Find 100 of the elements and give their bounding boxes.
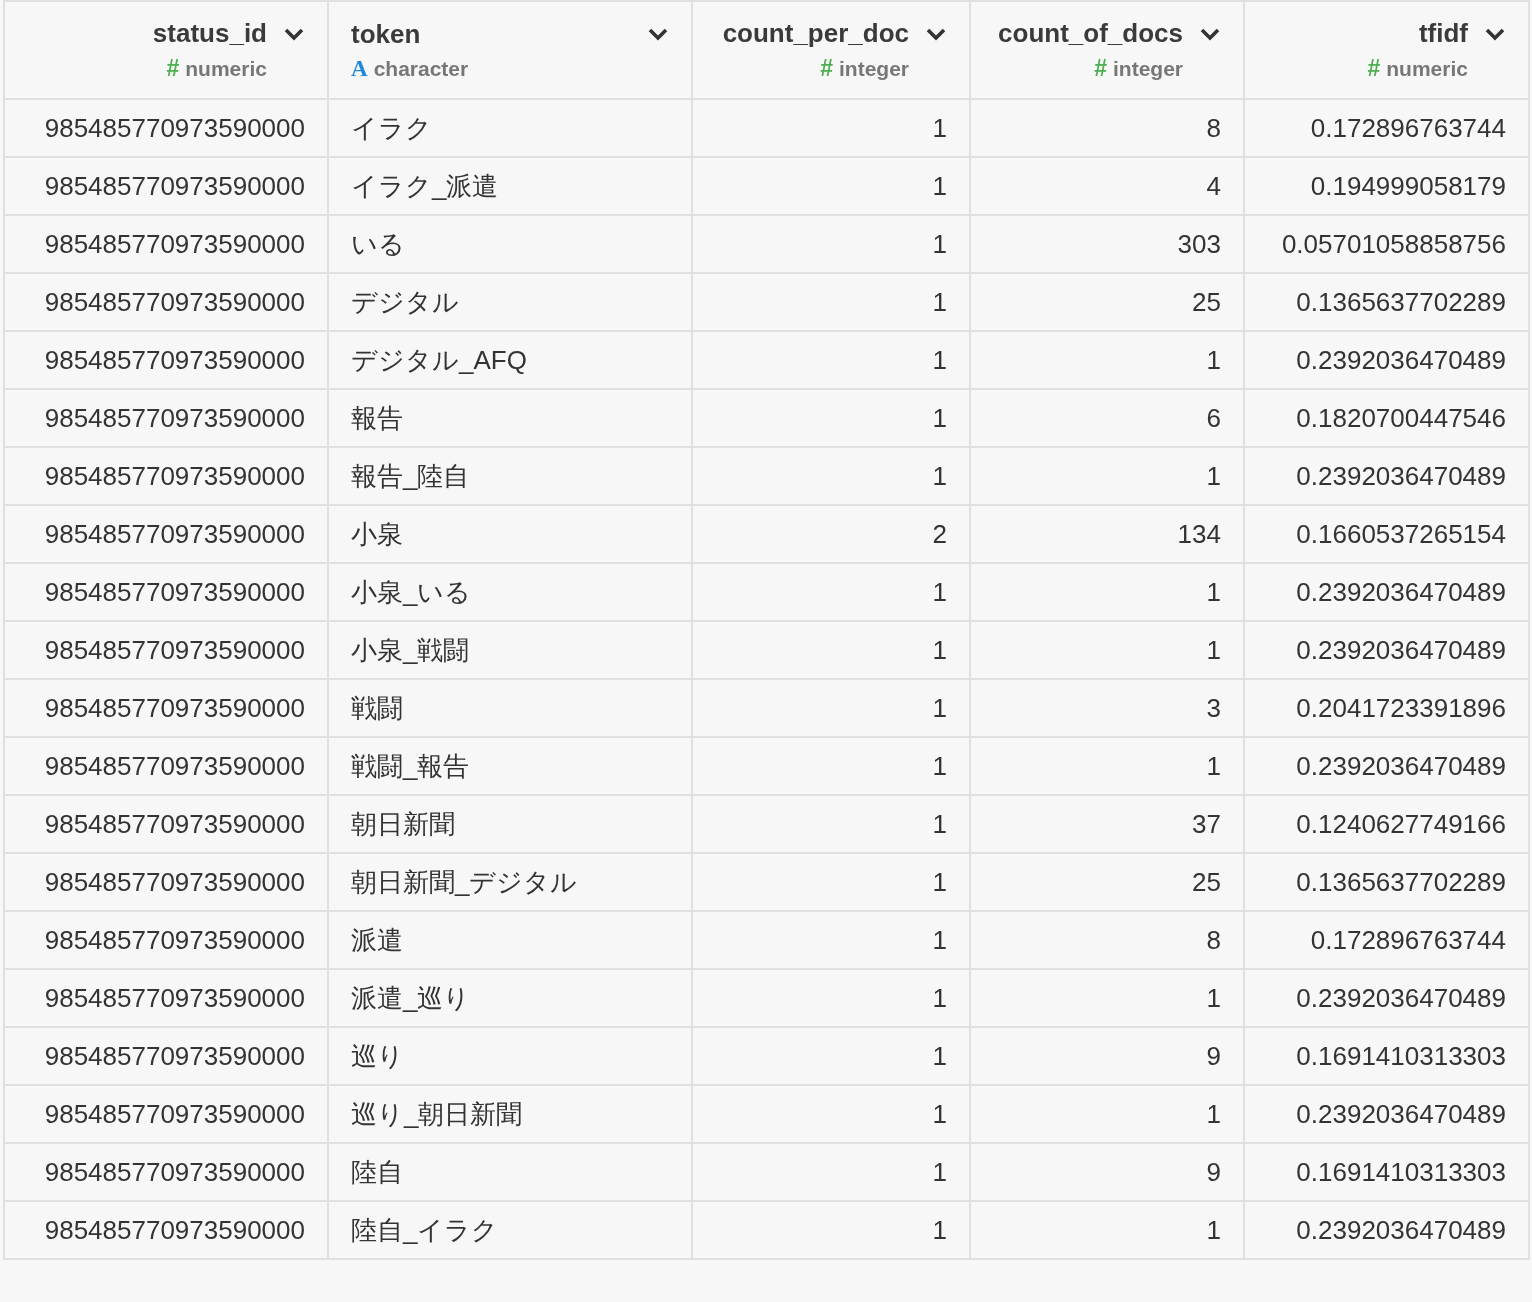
- column-name: status_id: [152, 18, 267, 49]
- table-cell: 985485770973590000: [4, 447, 328, 505]
- table-cell: 0.05701058858756: [1244, 215, 1529, 273]
- table-cell: 2: [692, 505, 970, 563]
- column-type: character: [373, 56, 469, 81]
- table-cell: 0.1240627749166: [1244, 795, 1529, 853]
- table-cell: 6: [970, 389, 1244, 447]
- table-cell: 985485770973590000: [4, 969, 328, 1027]
- table-cell: 巡り_朝日新聞: [328, 1085, 692, 1143]
- column-type: integer: [1113, 57, 1183, 81]
- table-cell: 985485770973590000: [4, 737, 328, 795]
- chevron-down-icon[interactable]: [1484, 26, 1506, 41]
- table-cell: 1: [692, 853, 970, 911]
- table-cell: 戦闘_報告: [328, 737, 692, 795]
- table-cell: 0.2392036470489: [1244, 737, 1529, 795]
- chevron-down-icon[interactable]: [925, 26, 947, 41]
- table-cell: 134: [970, 505, 1244, 563]
- table-cell: 0.2392036470489: [1244, 1201, 1529, 1259]
- chevron-down-icon[interactable]: [1199, 26, 1221, 41]
- table-cell: 1: [692, 563, 970, 621]
- table-cell: 985485770973590000: [4, 157, 328, 215]
- table-cell: 985485770973590000: [4, 1143, 328, 1201]
- table-cell: 9: [970, 1027, 1244, 1085]
- table-cell: 1: [692, 1143, 970, 1201]
- table-cell: 0.172896763744: [1244, 911, 1529, 969]
- table-cell: 朝日新聞: [328, 795, 692, 853]
- table-cell: 1: [970, 621, 1244, 679]
- table-cell: 25: [970, 853, 1244, 911]
- table-cell: 985485770973590000: [4, 853, 328, 911]
- table-cell: 985485770973590000: [4, 99, 328, 157]
- column-header[interactable]: count_per_doc # integer: [692, 1, 970, 99]
- table-cell: 985485770973590000: [4, 389, 328, 447]
- table-cell: 1: [692, 331, 970, 389]
- table-cell: 985485770973590000: [4, 679, 328, 737]
- column-type: numeric: [1386, 57, 1468, 81]
- type-icon: #: [1094, 55, 1107, 82]
- table-cell: 0.1691410313303: [1244, 1027, 1529, 1085]
- table-cell: 0.2392036470489: [1244, 331, 1529, 389]
- table-cell: 1: [692, 679, 970, 737]
- table-cell: 985485770973590000: [4, 505, 328, 563]
- table-cell: 985485770973590000: [4, 563, 328, 621]
- table-cell: 8: [970, 911, 1244, 969]
- table-cell: 9: [970, 1143, 1244, 1201]
- column-header[interactable]: token A character: [328, 1, 692, 99]
- table-cell: 0.1660537265154: [1244, 505, 1529, 563]
- column-type: numeric: [185, 57, 267, 81]
- table-cell: 1: [970, 737, 1244, 795]
- column-header[interactable]: tfidf # numeric: [1244, 1, 1529, 99]
- table-cell: 1: [692, 447, 970, 505]
- table-cell: 1: [970, 563, 1244, 621]
- table-cell: 派遣_巡り: [328, 969, 692, 1027]
- table-cell: いる: [328, 215, 692, 273]
- table-cell: 985485770973590000: [4, 331, 328, 389]
- table-cell: 報告_陸自: [328, 447, 692, 505]
- table-cell: 985485770973590000: [4, 621, 328, 679]
- column-name: token: [351, 18, 421, 50]
- table-cell: 985485770973590000: [4, 1027, 328, 1085]
- table-cell: 小泉_戦闘: [328, 621, 692, 679]
- table-cell: 1: [692, 389, 970, 447]
- table-cell: デジタル: [328, 273, 692, 331]
- type-icon: #: [820, 55, 833, 82]
- table-cell: 派遣: [328, 911, 692, 969]
- column-header[interactable]: count_of_docs # integer: [970, 1, 1244, 99]
- chevron-down-icon[interactable]: [647, 27, 669, 41]
- table-cell: 1: [692, 969, 970, 1027]
- table-cell: 0.2392036470489: [1244, 969, 1529, 1027]
- chevron-down-icon[interactable]: [283, 26, 305, 41]
- column-name: tfidf: [1418, 18, 1468, 49]
- table-cell: 1: [970, 331, 1244, 389]
- table-cell: 0.1365637702289: [1244, 853, 1529, 911]
- table-cell: イラク: [328, 99, 692, 157]
- table-cell: 985485770973590000: [4, 795, 328, 853]
- table-cell: 1: [692, 273, 970, 331]
- table-cell: 戦闘: [328, 679, 692, 737]
- table-cell: 3: [970, 679, 1244, 737]
- column-name: count_of_docs: [998, 18, 1183, 49]
- table-cell: 985485770973590000: [4, 215, 328, 273]
- table-cell: 1: [970, 1201, 1244, 1259]
- table-cell: 0.194999058179: [1244, 157, 1529, 215]
- table-cell: 巡り: [328, 1027, 692, 1085]
- table-cell: 朝日新聞_デジタル: [328, 853, 692, 911]
- table-cell: デジタル_AFQ: [328, 331, 692, 389]
- table-cell: 1: [970, 1085, 1244, 1143]
- table-cell: 0.172896763744: [1244, 99, 1529, 157]
- column-header[interactable]: status_id # numeric: [4, 1, 328, 99]
- table-cell: 985485770973590000: [4, 1085, 328, 1143]
- table-cell: 小泉: [328, 505, 692, 563]
- table-cell: 1: [692, 737, 970, 795]
- table-cell: 985485770973590000: [4, 273, 328, 331]
- table-cell: 1: [692, 157, 970, 215]
- table-cell: 1: [970, 447, 1244, 505]
- table-cell: 303: [970, 215, 1244, 273]
- table-cell: 985485770973590000: [4, 911, 328, 969]
- table-cell: 1: [692, 1085, 970, 1143]
- type-icon: #: [1367, 55, 1381, 82]
- table-cell: 37: [970, 795, 1244, 853]
- table-cell: 1: [692, 1201, 970, 1259]
- table-cell: イラク_派遣: [328, 157, 692, 215]
- table-cell: 1: [692, 795, 970, 853]
- table-cell: 0.1820700447546: [1244, 389, 1529, 447]
